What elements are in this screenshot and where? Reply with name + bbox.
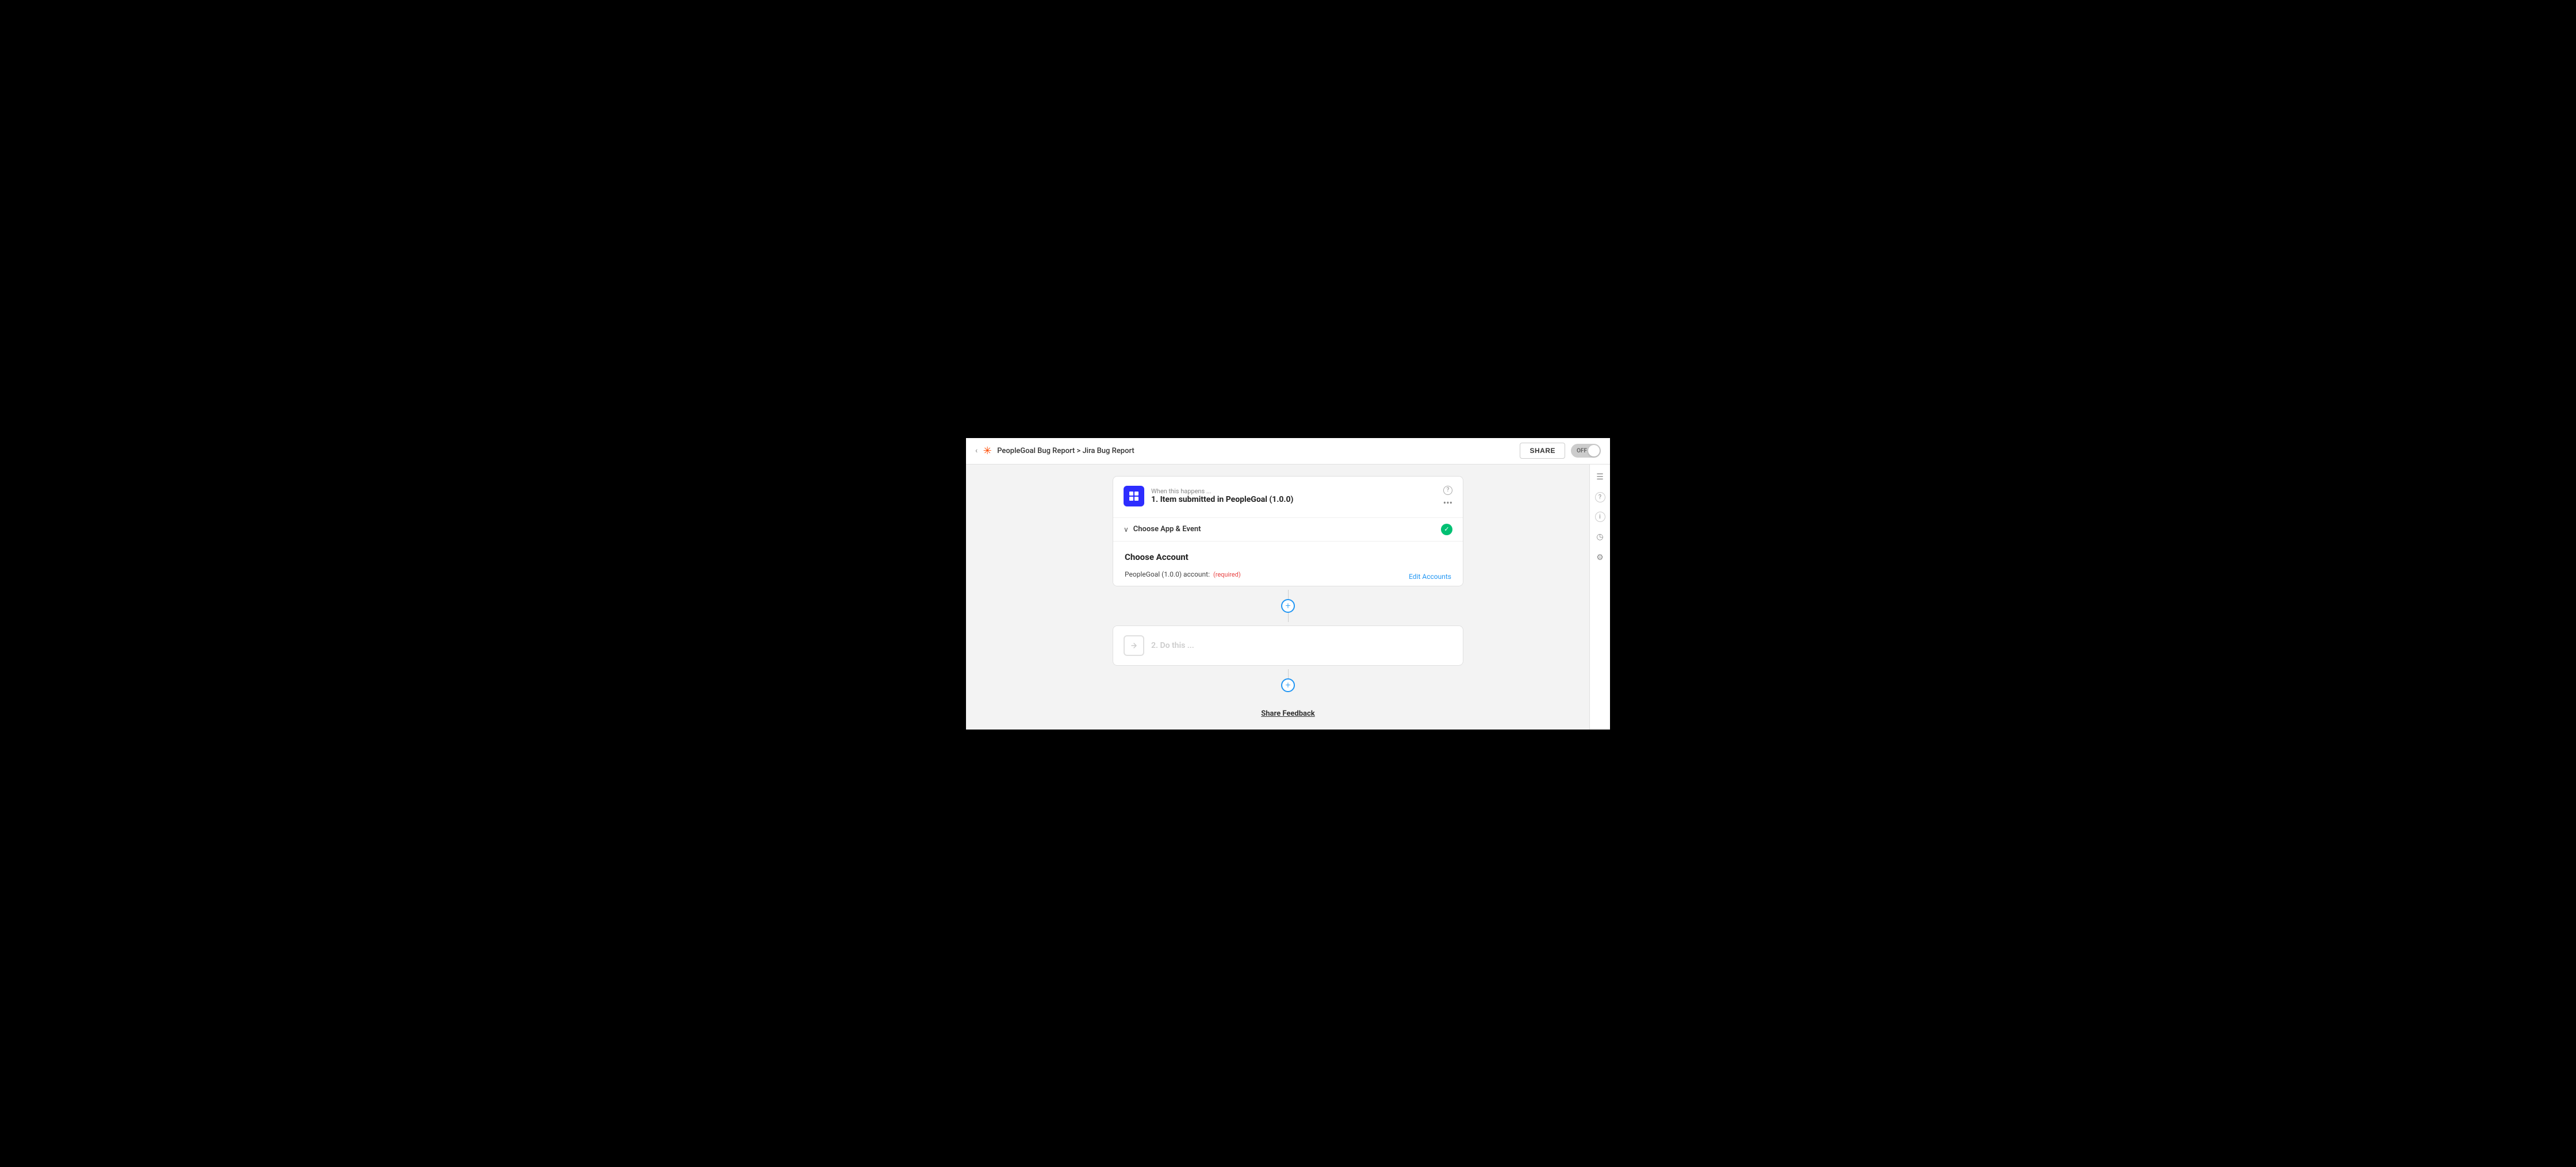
connector-line-bottom [1288, 613, 1289, 622]
right-sidebar: ☰ ? i ◷ ⚙ [1589, 465, 1610, 730]
check-circle-icon: ✓ [1441, 524, 1452, 535]
app-icon [1124, 486, 1144, 506]
zap-header-right: ? ••• [1443, 486, 1452, 508]
zap-header-left: When this happens ... 1. Item submitted … [1124, 486, 1293, 506]
topbar-right: SHARE OFF [1520, 443, 1601, 459]
zap-title-area: When this happens ... 1. Item submitted … [1151, 487, 1293, 504]
choose-account-section: Choose Account PeopleGoal (1.0.0) accoun… [1113, 542, 1463, 586]
account-label: PeopleGoal (1.0.0) account: (required) [1125, 570, 1241, 578]
clock-icon[interactable]: ◷ [1594, 531, 1606, 543]
do-this-label: 2. Do this ... [1151, 641, 1194, 650]
share-feedback-button[interactable]: Share Feedback [1261, 709, 1314, 718]
settings-icon[interactable]: ⚙ [1594, 552, 1606, 563]
more-options-icon[interactable]: ••• [1443, 497, 1452, 508]
toggle-switch[interactable]: OFF [1571, 444, 1601, 458]
do-this-card[interactable]: 2. Do this ... [1113, 625, 1463, 666]
choose-account-title: Choose Account [1125, 552, 1451, 562]
add-step-button[interactable]: + [1281, 599, 1295, 613]
help-circle-icon[interactable]: ? [1595, 492, 1605, 502]
when-label: When this happens ... [1151, 487, 1293, 495]
share-button[interactable]: SHARE [1520, 443, 1565, 459]
breadcrumb: PeopleGoal Bug Report > Jira Bug Report [997, 447, 1134, 455]
add-step-button-2[interactable]: + [1281, 678, 1295, 692]
section-label: Choose App & Event [1133, 525, 1201, 533]
choose-app-event-row[interactable]: ∨ Choose App & Event ✓ [1113, 518, 1463, 542]
chevron-down-icon: ∨ [1124, 525, 1129, 533]
zap-header: When this happens ... 1. Item submitted … [1113, 477, 1463, 518]
required-tag: (required) [1213, 571, 1241, 578]
step-number: 1. Item submitted in PeopleGoal (1.0.0) [1151, 495, 1293, 504]
main-content: When this happens ... 1. Item submitted … [966, 465, 1610, 730]
do-this-icon [1124, 635, 1144, 656]
section-row-left: ∨ Choose App & Event [1124, 525, 1201, 533]
info-icon[interactable]: i [1595, 512, 1605, 522]
topbar: ‹ ✳ PeopleGoal Bug Report > Jira Bug Rep… [966, 438, 1610, 465]
help-icon[interactable]: ? [1443, 486, 1452, 495]
edit-accounts-link[interactable]: Edit Accounts [1409, 573, 1451, 581]
connector-line-top [1288, 590, 1289, 599]
back-button[interactable]: ‹ [975, 446, 977, 455]
list-icon[interactable]: ☰ [1594, 471, 1606, 483]
trigger-card: When this happens ... 1. Item submitted … [1113, 476, 1463, 586]
zapier-star-icon: ✳ [983, 445, 992, 457]
connector-line-2 [1288, 669, 1289, 678]
zapier-logo: ✳ [981, 444, 994, 457]
connector-2: + [1281, 666, 1295, 696]
topbar-left: ‹ ✳ PeopleGoal Bug Report > Jira Bug Rep… [975, 444, 1134, 457]
toggle-label: OFF [1574, 448, 1592, 454]
connector-1: + [1281, 586, 1295, 625]
